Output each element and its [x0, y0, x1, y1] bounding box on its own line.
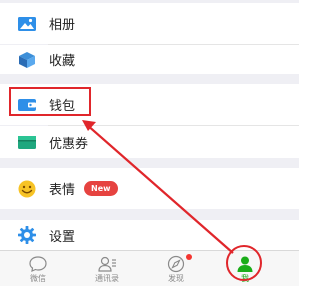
me-screen: 相册 收藏 钱包 优惠券 表情 New 设置 微信 通讯录 发现 我: [0, 0, 299, 286]
section-gap: [0, 209, 299, 220]
tab-label: 通讯录: [95, 274, 119, 283]
menu-item-favorites[interactable]: 收藏: [0, 45, 299, 74]
menu-item-coupons[interactable]: 优惠券: [0, 126, 299, 158]
tab-discover[interactable]: 发现: [146, 251, 206, 286]
tab-contacts[interactable]: 通讯录: [77, 251, 137, 286]
section-gap: [0, 74, 299, 84]
smiley-icon: [17, 179, 37, 199]
compass-icon: [166, 254, 186, 274]
wallet-highlight-box: [9, 87, 91, 116]
favorites-cube-icon: [17, 50, 37, 70]
me-tab-highlight-circle: [226, 245, 262, 281]
menu-item-label: 设置: [49, 229, 76, 245]
menu-item-label: 优惠券: [49, 136, 89, 152]
contacts-icon: [97, 254, 117, 274]
coupon-card-icon: [17, 132, 37, 152]
album-icon: [17, 14, 37, 34]
menu-item-album[interactable]: 相册: [0, 3, 299, 44]
notification-dot: [186, 254, 192, 260]
gear-icon: [17, 225, 37, 245]
chat-bubble-icon: [28, 254, 48, 274]
tab-label: 微信: [30, 274, 46, 283]
menu-item-stickers[interactable]: 表情 New: [0, 168, 299, 209]
section-gap: [0, 158, 299, 168]
new-badge: New: [84, 181, 118, 196]
tab-chats[interactable]: 微信: [8, 251, 68, 286]
tab-label: 发现: [168, 274, 184, 283]
menu-item-label: 表情: [49, 183, 76, 198]
menu-item-label: 收藏: [49, 54, 76, 69]
menu-item-settings[interactable]: 设置: [0, 220, 299, 250]
menu-item-label: 相册: [49, 18, 76, 33]
